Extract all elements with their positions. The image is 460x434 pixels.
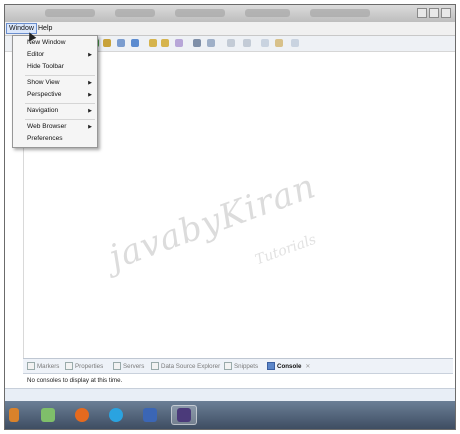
browser-tab[interactable] [245,9,290,17]
menu-item-hide-toolbar[interactable]: Hide Toolbar [13,62,97,72]
submenu-arrow-icon: ▶ [88,124,92,130]
app-icon [9,408,19,422]
last-edit-icon[interactable] [291,39,299,47]
notepad-icon [41,408,55,422]
toggle-icon[interactable] [193,39,201,47]
taskbar-app-word[interactable] [137,405,163,425]
watermark-subtitle: Tutorials [253,231,319,269]
data-source-icon [151,362,159,370]
submenu-arrow-icon: ▶ [88,80,92,86]
close-icon[interactable]: ✕ [305,363,310,370]
forward-icon[interactable] [275,39,283,47]
menu-separator [25,103,95,104]
title-bar [5,5,455,23]
minimize-button[interactable] [417,8,427,18]
close-button[interactable] [441,8,451,18]
taskbar-app-eclipse[interactable] [171,405,197,425]
menu-item-editor[interactable]: Editor ▶ [13,50,97,60]
back-icon[interactable] [261,39,269,47]
new-server-icon[interactable] [117,39,125,47]
app-window: Window Help javabyKiran Tutorials Marker… [4,4,456,430]
firefox-icon [75,408,89,422]
skype-icon [109,408,123,422]
menu-item-preferences[interactable]: Preferences [13,134,97,144]
tab-properties[interactable]: Properties [65,362,103,370]
browser-tab[interactable] [115,9,155,17]
open-folder-icon[interactable] [149,39,157,47]
properties-icon [65,362,73,370]
console-message: No consoles to display at this time. [27,377,123,384]
word-icon [143,408,157,422]
menu-separator [25,119,95,120]
browser-tab[interactable] [175,9,225,17]
taskbar-app-notepad[interactable] [35,405,61,425]
menu-item-perspective[interactable]: Perspective ▶ [13,90,97,100]
status-bar [5,388,455,401]
tab-snippets[interactable]: Snippets [224,362,258,370]
submenu-arrow-icon: ▶ [88,92,92,98]
menu-item-show-view[interactable]: Show View ▶ [13,78,97,88]
window-menu-dropdown: New Window Editor ▶ Hide Toolbar Show Vi… [12,35,98,148]
snippets-icon [224,362,232,370]
tab-console[interactable]: Console ✕ [267,362,311,370]
taskbar-app-left[interactable] [7,405,21,425]
tab-servers[interactable]: Servers [113,362,144,370]
watermark-logo: javabyKiran [103,166,322,278]
tab-markers[interactable]: Markers [27,362,59,370]
menu-bar: Window Help [5,22,455,36]
open-type-icon[interactable] [161,39,169,47]
window-controls [417,8,451,18]
debug-icon[interactable] [103,39,111,47]
submenu-arrow-icon: ▶ [88,108,92,114]
view-tabs: Markers Properties Servers Data Source E… [23,359,453,374]
taskbar-app-firefox[interactable] [69,405,95,425]
servers-icon [113,362,121,370]
menu-item-new-window[interactable]: New Window [13,38,97,48]
taskbar-app-skype[interactable] [103,405,129,425]
submenu-arrow-icon: ▶ [88,52,92,58]
annotation-icon[interactable] [207,39,215,47]
menu-item-navigation[interactable]: Navigation ▶ [13,106,97,116]
search-icon[interactable] [175,39,183,47]
next-annotation-icon[interactable] [227,39,235,47]
prev-annotation-icon[interactable] [243,39,251,47]
eclipse-icon [177,408,191,422]
menu-separator [25,75,95,76]
console-icon [267,362,275,370]
console-panel: Markers Properties Servers Data Source E… [23,358,453,389]
browser-tab[interactable] [45,9,95,17]
menu-item-web-browser[interactable]: Web Browser ▶ [13,122,97,132]
browser-tab[interactable] [310,9,370,17]
markers-icon [27,362,35,370]
tab-data-source-explorer[interactable]: Data Source Explorer [151,362,220,370]
menu-help[interactable]: Help [35,23,55,34]
maximize-button[interactable] [429,8,439,18]
new-class-icon[interactable] [131,39,139,47]
taskbar [5,401,455,429]
